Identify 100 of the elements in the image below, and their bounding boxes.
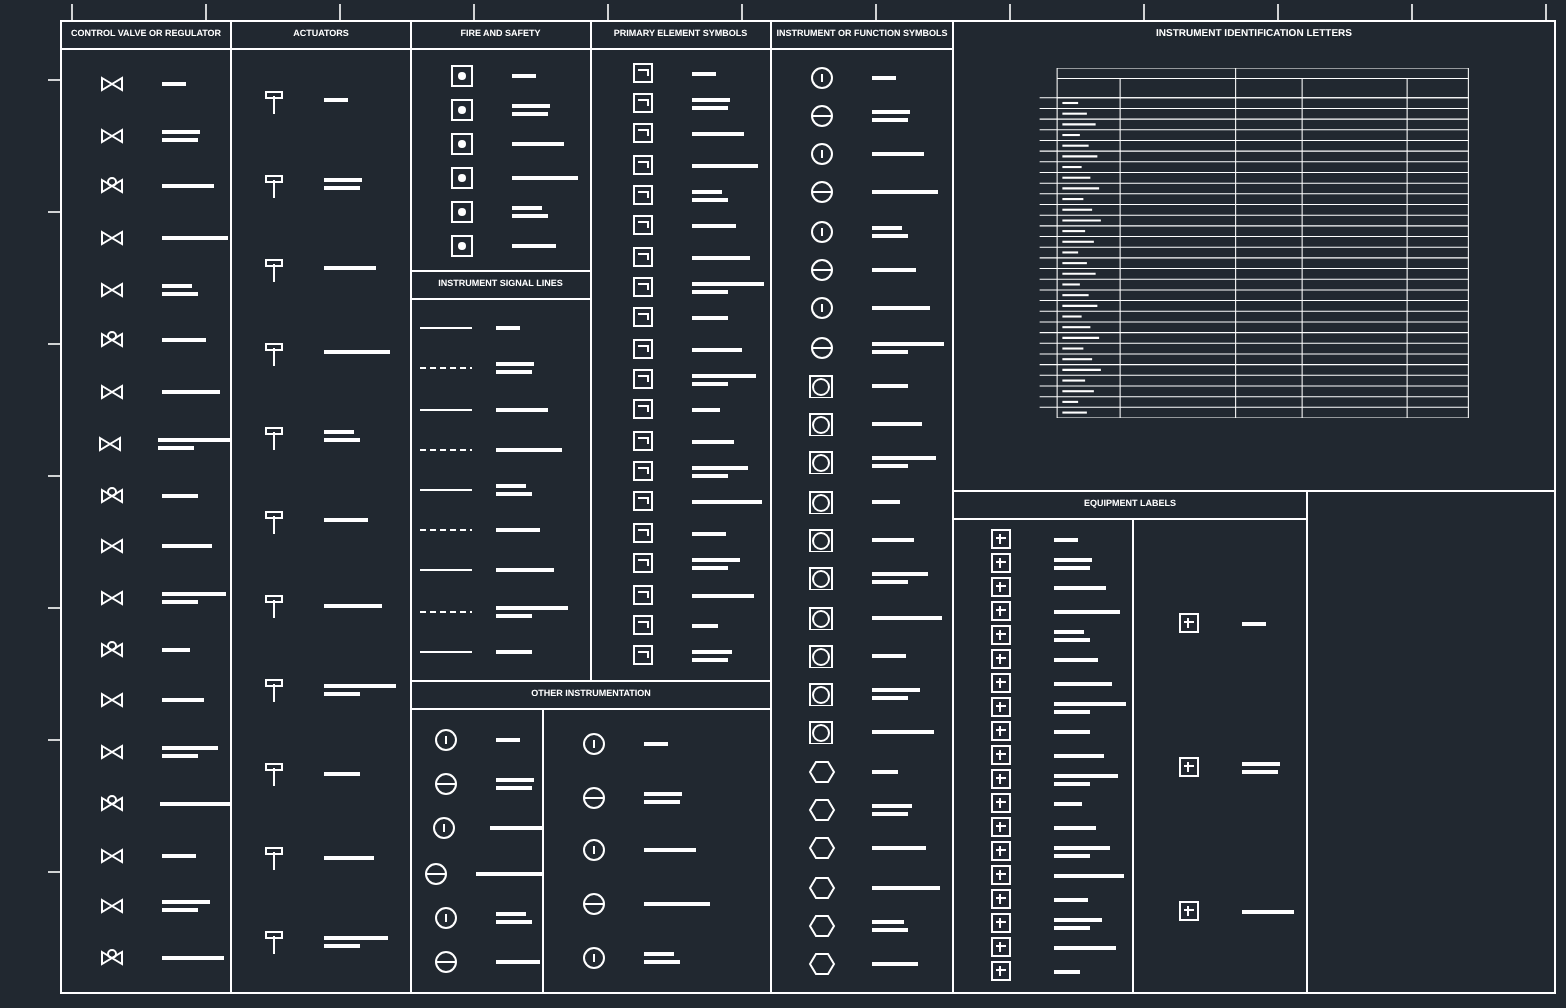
label-bar (496, 911, 526, 916)
bubble-symbol-icon (808, 296, 836, 321)
label-bar (162, 493, 198, 498)
element-symbol-icon (627, 583, 655, 608)
bubble-symbol-icon (808, 258, 836, 283)
element-symbol-icon (627, 521, 655, 546)
label-bar (324, 683, 396, 688)
valve-symbol-icon (98, 688, 126, 713)
actuator-symbol-icon (260, 758, 288, 789)
fire-symbol-icon (448, 63, 476, 87)
square-symbol-icon (808, 605, 836, 630)
label-bar (872, 306, 930, 311)
label-bar (496, 326, 520, 331)
label-bar (872, 927, 908, 932)
valve-symbol-icon (98, 946, 126, 971)
label-bar (691, 106, 727, 111)
label-bar (162, 956, 224, 961)
label-bar (872, 803, 912, 808)
label-bar (691, 408, 719, 413)
label-bar (872, 268, 916, 273)
element-symbol-icon (627, 245, 655, 270)
element-symbol-icon (627, 92, 655, 117)
element-symbol-icon (627, 368, 655, 393)
label-bar (691, 290, 727, 295)
label-bar (162, 544, 212, 549)
label-bar (324, 771, 360, 776)
actuator-symbol-icon (260, 337, 288, 368)
valve-symbol-icon (98, 226, 126, 251)
element-symbol-icon (627, 153, 655, 178)
label-bar (324, 98, 348, 103)
label-bar (496, 613, 532, 618)
label-bar (162, 908, 198, 913)
bubble-symbol-icon (432, 905, 460, 930)
label-bar (162, 137, 198, 142)
element-symbol-icon (627, 644, 655, 669)
hex-symbol-icon (808, 952, 836, 977)
label-bar (872, 572, 928, 577)
valve-symbol-icon (98, 740, 126, 765)
label-bar (162, 600, 198, 605)
label-bar (691, 347, 741, 352)
label-bar (691, 224, 735, 229)
label-bar (496, 919, 532, 924)
actuator-symbol-icon (260, 674, 288, 705)
fire-symbol-icon (448, 199, 476, 223)
label-bar (691, 163, 757, 168)
bubble-symbol-icon (808, 103, 836, 128)
label-bar (162, 746, 218, 751)
label-bar (872, 696, 908, 701)
label-bar (496, 568, 554, 573)
label-bar (496, 407, 548, 412)
label-bar (496, 370, 532, 375)
label-bar (324, 266, 376, 271)
label-bar (691, 500, 761, 505)
label-bar (644, 799, 680, 804)
label-bar (872, 538, 914, 543)
label-bar (691, 316, 727, 321)
label-bar (872, 109, 910, 114)
bubble-symbol-icon (429, 816, 457, 841)
valve-symbol-icon (96, 431, 124, 456)
square-symbol-icon (808, 682, 836, 707)
label-bar (691, 466, 747, 471)
label-bar (872, 499, 900, 504)
label-bar (162, 592, 226, 597)
actuator-symbol-icon (260, 505, 288, 536)
element-symbol-icon (627, 490, 655, 515)
valve-symbol-icon (98, 483, 126, 508)
square-symbol-icon (808, 643, 836, 668)
label-bar (324, 438, 360, 443)
element-symbol-icon (627, 214, 655, 239)
label-bar (496, 649, 532, 654)
label-bar (324, 186, 360, 191)
bubble-symbol-icon (432, 728, 460, 753)
label-bar (162, 647, 190, 652)
label-bar (324, 518, 368, 523)
label-bar (496, 491, 532, 496)
label-bar (324, 943, 360, 948)
actuator-symbol-icon (260, 253, 288, 284)
label-bar (872, 225, 902, 230)
element-symbol-icon (627, 337, 655, 362)
bubble-symbol-icon (580, 838, 608, 863)
label-bar (162, 390, 220, 395)
label-bar (872, 885, 940, 890)
valve-symbol-icon (98, 586, 126, 611)
label-bar (872, 117, 908, 122)
label-bar (324, 935, 388, 940)
actuator-symbol-icon (260, 421, 288, 452)
square-symbol-icon (808, 450, 836, 475)
label-bar (496, 778, 534, 783)
label-bar (162, 698, 204, 703)
element-symbol-icon (627, 552, 655, 577)
valve-symbol-icon (98, 174, 126, 199)
label-bar (324, 691, 360, 696)
element-symbol-icon (627, 184, 655, 209)
label-bar (324, 350, 390, 355)
valve-symbol-icon (98, 71, 126, 96)
label-bar (644, 742, 668, 747)
label-bar (324, 855, 374, 860)
bubble-symbol-icon (580, 732, 608, 757)
label-bar (691, 558, 739, 563)
label-bar (872, 233, 908, 238)
